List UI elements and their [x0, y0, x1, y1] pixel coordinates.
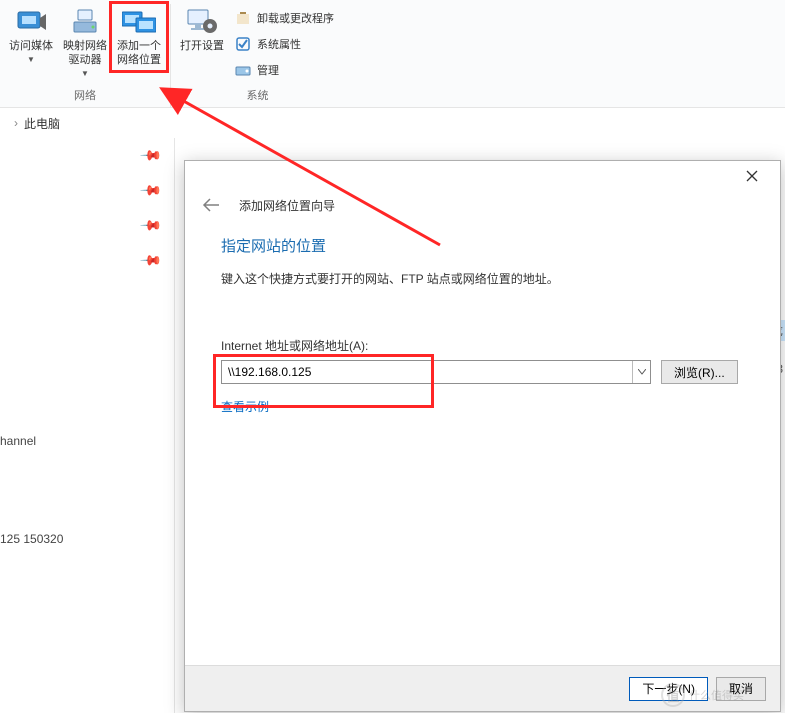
- ribbon-system-small-list: 卸载或更改程序 系统属性 管理: [229, 4, 340, 80]
- small-uninstall-button[interactable]: 卸载或更改程序: [235, 8, 334, 28]
- pin-icon: 📌: [139, 213, 175, 249]
- breadcrumb[interactable]: › 此电脑: [0, 108, 785, 138]
- ribbon-group-network-label: 网络: [4, 85, 166, 107]
- ribbon-add-network-location-button[interactable]: 添加一个网络位置: [112, 4, 166, 70]
- chevron-right-icon: ›: [14, 116, 18, 130]
- ribbon-open-settings-button[interactable]: 打开设置: [175, 4, 229, 56]
- settings-icon: [186, 6, 218, 38]
- ribbon-group-network: 访问媒体 ▼ 映射网络驱动器 ▼ 添加一个网络位置 网络: [0, 4, 171, 107]
- small-properties-button[interactable]: 系统属性: [235, 34, 334, 54]
- back-button[interactable]: [201, 195, 221, 215]
- browse-button[interactable]: 浏览(R)...: [661, 360, 738, 384]
- chevron-down-icon: ▼: [27, 55, 35, 64]
- pin-icon: 📌: [139, 143, 175, 179]
- ribbon-group-system-label: 系统: [175, 85, 340, 107]
- pin-icon: 📌: [139, 248, 175, 284]
- network-drive-icon: [70, 6, 100, 38]
- pin-icon: 📌: [139, 178, 175, 214]
- ribbon: 访问媒体 ▼ 映射网络驱动器 ▼ 添加一个网络位置 网络: [0, 0, 785, 108]
- media-icon: [16, 6, 46, 38]
- sidebar-item-ip[interactable]: 125 150320: [0, 532, 63, 546]
- address-input-label: Internet 地址或网络地址(A):: [221, 337, 744, 354]
- sidebar: 📌 📌 📌 📌 hannel 125 150320: [0, 138, 175, 713]
- dialog-heading: 指定网站的位置: [221, 235, 744, 256]
- sidebar-item-channel[interactable]: hannel: [0, 434, 36, 448]
- add-network-location-icon: [122, 6, 156, 38]
- example-link[interactable]: 查看示例: [221, 400, 269, 414]
- chevron-down-icon: [638, 369, 646, 375]
- dialog-title: 添加网络位置向导: [239, 197, 335, 214]
- ribbon-group-system: 打开设置 卸载或更改程序 系统属性 管理 系统: [171, 4, 344, 107]
- address-combobox[interactable]: [221, 360, 651, 384]
- ribbon-map-drive-button[interactable]: 映射网络驱动器 ▼: [58, 4, 112, 80]
- address-input[interactable]: [222, 365, 632, 379]
- small-manage-button[interactable]: 管理: [235, 60, 334, 80]
- wizard-dialog: 添加网络位置向导 指定网站的位置 键入这个快捷方式要打开的网站、FTP 站点或网…: [184, 160, 781, 712]
- watermark: 值 什么值得买: [661, 681, 781, 709]
- close-button[interactable]: [732, 164, 772, 188]
- chevron-down-icon: ▼: [81, 69, 89, 78]
- back-arrow-icon: [202, 198, 220, 212]
- checkbox-icon: [235, 36, 251, 52]
- close-icon: [746, 170, 758, 182]
- watermark-badge-icon: 值: [661, 683, 685, 707]
- ribbon-access-media-button[interactable]: 访问媒体 ▼: [4, 4, 58, 66]
- combobox-dropdown-button[interactable]: [632, 361, 650, 383]
- manage-icon: [235, 62, 251, 78]
- dialog-description: 键入这个快捷方式要打开的网站、FTP 站点或网络位置的地址。: [221, 270, 744, 287]
- breadcrumb-this-pc[interactable]: 此电脑: [24, 115, 60, 132]
- uninstall-icon: [235, 10, 251, 26]
